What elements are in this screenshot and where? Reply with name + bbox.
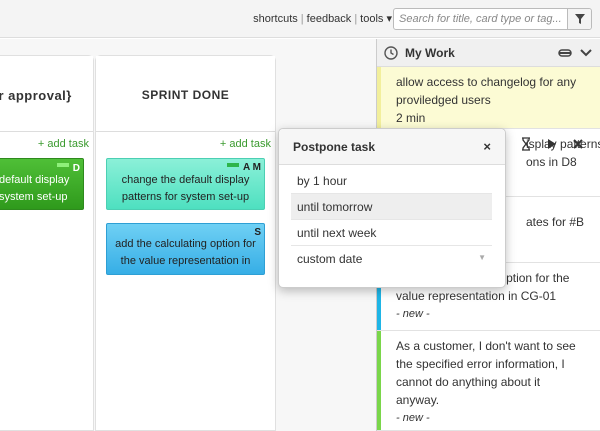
column-title: or approval} bbox=[0, 88, 72, 103]
work-item-text: allow access to changelog for any bbox=[396, 75, 577, 89]
clock-icon bbox=[384, 46, 398, 60]
popup-title: Postpone task bbox=[293, 140, 376, 154]
column-header: SPRINT DONE bbox=[96, 56, 275, 132]
minimize-icon[interactable] bbox=[558, 49, 572, 57]
column-approval: or approval} + add task bbox=[0, 55, 94, 431]
card-text: change the default display patterns for s… bbox=[121, 174, 250, 203]
task-card[interactable]: S add the calculating option for the valu… bbox=[106, 223, 265, 275]
work-item[interactable]: allow access to changelog for any provil… bbox=[377, 67, 600, 129]
work-item-text: proviledged users bbox=[396, 93, 491, 107]
chevron-down-icon[interactable] bbox=[580, 48, 592, 58]
feedback-link[interactable]: feedback bbox=[307, 13, 352, 25]
hourglass-icon[interactable] bbox=[521, 137, 531, 154]
tools-menu[interactable]: tools ▾ bbox=[360, 13, 392, 25]
column-header: or approval} bbox=[0, 56, 93, 132]
chevron-down-icon: ▼ bbox=[478, 253, 486, 262]
progress-bar bbox=[57, 163, 69, 167]
option-until-tomorrow[interactable]: until tomorrow bbox=[291, 194, 492, 220]
work-item[interactable]: As a customer, I don't want to see the s… bbox=[377, 331, 600, 431]
filter-button[interactable] bbox=[567, 9, 591, 29]
close-button[interactable]: × bbox=[483, 139, 491, 154]
work-item-actions bbox=[521, 137, 591, 155]
shortcuts-link[interactable]: shortcuts bbox=[253, 13, 298, 25]
option-custom-date[interactable]: custom date ▼ bbox=[291, 246, 492, 272]
work-item-text: cannot do anything about it bbox=[396, 375, 541, 389]
popup-header: Postpone task × bbox=[279, 129, 505, 165]
search-input[interactable] bbox=[394, 9, 566, 29]
work-item-text: anyway. bbox=[396, 393, 440, 407]
work-item-time: 2 min bbox=[396, 111, 426, 125]
priority-stripe bbox=[377, 331, 381, 430]
separator: | bbox=[300, 13, 304, 25]
filter-icon bbox=[575, 14, 585, 24]
close-icon[interactable] bbox=[573, 138, 583, 152]
work-item-status: - new - bbox=[396, 308, 430, 320]
option-label: custom date bbox=[297, 252, 363, 266]
priority-stripe bbox=[377, 67, 381, 128]
add-task-link[interactable]: + add task bbox=[38, 138, 89, 150]
card-text: default display system set-up bbox=[0, 174, 70, 203]
work-item-text: As a customer, I don't want to see bbox=[396, 339, 576, 353]
top-bar: shortcuts | feedback | tools ▾ bbox=[0, 0, 600, 38]
separator: | bbox=[354, 13, 358, 25]
add-task-link[interactable]: + add task bbox=[220, 138, 271, 150]
panel-title: My Work bbox=[405, 46, 455, 60]
task-card[interactable]: D default display system set-up bbox=[0, 158, 84, 210]
progress-bar bbox=[227, 163, 239, 167]
work-item-text: the specified error information, I bbox=[396, 357, 565, 371]
column-title: SPRINT DONE bbox=[141, 88, 230, 102]
task-card[interactable]: A M change the default display patterns f… bbox=[106, 158, 265, 210]
work-item-status: - new - bbox=[396, 412, 430, 424]
play-icon[interactable] bbox=[547, 138, 557, 153]
search-box bbox=[393, 8, 592, 30]
option-until-next-week[interactable]: until next week bbox=[291, 220, 492, 246]
card-text: add the calculating option for the value … bbox=[115, 238, 256, 267]
panel-header: My Work bbox=[377, 39, 600, 67]
postpone-task-popup: Postpone task × by 1 hour until tomorrow… bbox=[278, 128, 506, 288]
option-by-1-hour[interactable]: by 1 hour bbox=[291, 168, 492, 194]
work-item-text: value representation in CG-01 bbox=[396, 289, 557, 303]
top-links: shortcuts | feedback | tools ▾ bbox=[253, 12, 392, 25]
